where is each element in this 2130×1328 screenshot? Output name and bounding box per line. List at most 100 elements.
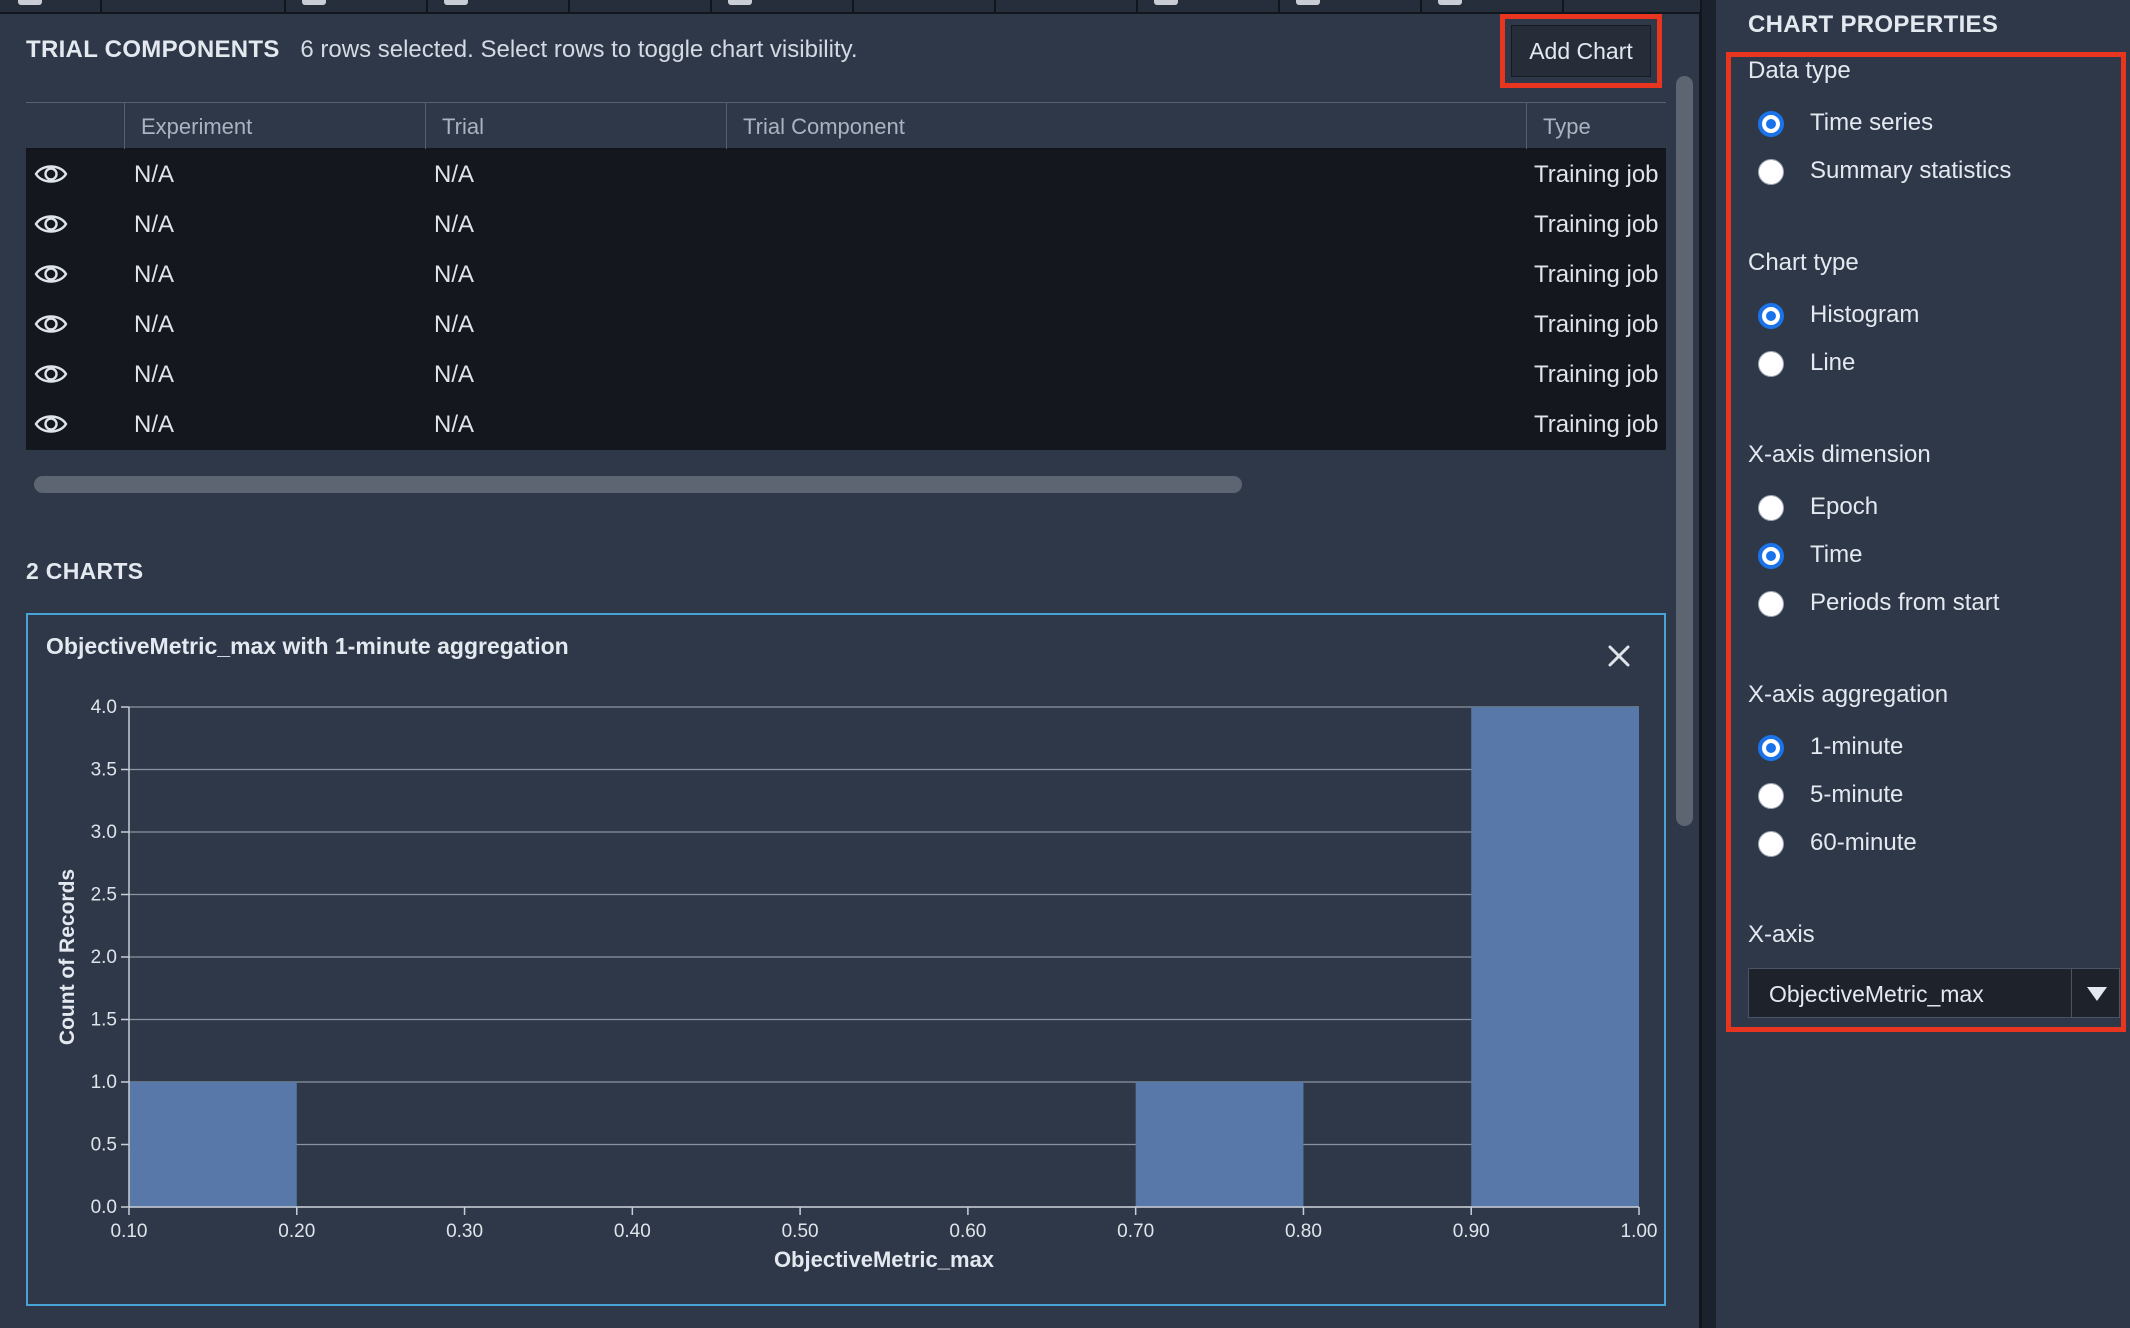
tab-icon[interactable] (302, 0, 326, 5)
charts-count-title: 2 CHARTS (26, 558, 144, 584)
x-tick-label: 0.30 (446, 1221, 483, 1242)
tab-icon[interactable] (1296, 0, 1320, 5)
y-axis-title: Count of Records (56, 869, 79, 1045)
table-row[interactable]: N/A N/A Training job (26, 300, 1666, 350)
radio-button[interactable] (1758, 735, 1784, 761)
radio-button[interactable] (1758, 495, 1784, 521)
caret-down-icon[interactable] (2087, 987, 2107, 1001)
main-panel: TRIAL COMPONENTS 6 rows selected. Select… (0, 0, 1702, 1328)
tab-icon[interactable] (1154, 0, 1178, 5)
radio-button[interactable] (1758, 159, 1784, 185)
eye-icon[interactable] (34, 212, 68, 236)
radio-time-series[interactable]: Time series (1758, 105, 2118, 145)
column-header-trial[interactable]: Trial (425, 103, 726, 149)
radio-5-minute[interactable]: 5-minute (1758, 777, 2118, 817)
tab-icon[interactable] (18, 0, 42, 5)
radio-button[interactable] (1758, 303, 1784, 329)
radio-label: 1-minute (1810, 733, 1904, 760)
table-row[interactable]: N/A N/A Training job (26, 250, 1666, 300)
radio-label: Epoch (1810, 493, 1879, 520)
radio-summary-statistics[interactable]: Summary statistics (1758, 153, 2118, 193)
cell-experiment: N/A (134, 361, 175, 388)
radio-line[interactable]: Line (1758, 345, 2118, 385)
x-tick-label: 0.40 (614, 1221, 651, 1242)
table-header: Experiment Trial Trial Component Type (26, 102, 1666, 150)
eye-icon[interactable] (34, 262, 68, 286)
cell-type: Training job (1534, 211, 1659, 238)
radio-label: 5-minute (1810, 781, 1904, 808)
x-tick-label: 0.60 (949, 1221, 986, 1242)
histogram-bar (1135, 1082, 1304, 1207)
radio-button[interactable] (1758, 351, 1784, 377)
selection-info: 6 rows selected. Select rows to toggle c… (300, 36, 858, 63)
table-row[interactable]: N/A N/A Training job (26, 200, 1666, 250)
cell-trial: N/A (434, 411, 475, 438)
eye-icon[interactable] (34, 162, 68, 186)
x-tick-label: 0.70 (1117, 1221, 1154, 1242)
table-row[interactable]: N/A N/A Training job (26, 400, 1666, 450)
tab-strip (0, 0, 1700, 14)
chart-properties-panel: CHART PROPERTIES Data type Time series S… (1716, 0, 2130, 1328)
radio-label: Line (1810, 349, 1856, 376)
radio-periods-from-start[interactable]: Periods from start (1758, 585, 2118, 625)
y-tick-label: 2.0 (91, 947, 117, 968)
trial-components-header: TRIAL COMPONENTS 6 rows selected. Select… (26, 36, 858, 64)
x-axis-label: X-axis (1748, 921, 1815, 948)
x-tick-label: 0.20 (278, 1221, 315, 1242)
radio-button[interactable] (1758, 543, 1784, 569)
histogram-chart: 0.0 0.5 1.0 1.5 2.0 2.5 3.0 3.5 4.0 0.10 0.20 0.30 0… (56, 697, 1657, 1272)
horizontal-scrollbar[interactable] (34, 476, 1242, 493)
cell-type: Training job (1534, 361, 1659, 388)
column-header-trial-component[interactable]: Trial Component (726, 103, 1526, 149)
tab-icon[interactable] (1438, 0, 1462, 5)
radio-button[interactable] (1758, 831, 1784, 857)
chart-type-label: Chart type (1748, 249, 1859, 276)
x-axis-select[interactable]: ObjectiveMetric_max (1748, 968, 2120, 1018)
cell-experiment: N/A (134, 261, 175, 288)
cell-trial: N/A (434, 311, 475, 338)
table-body: N/A N/A Training job N/A N/A Training job N/A N… (26, 150, 1666, 450)
radio-1-minute[interactable]: 1-minute (1758, 729, 2118, 769)
cell-experiment: N/A (134, 311, 175, 338)
radio-epoch[interactable]: Epoch (1758, 489, 2118, 529)
y-tick-label: 3.5 (91, 760, 117, 781)
cell-type: Training job (1534, 161, 1659, 188)
eye-icon[interactable] (34, 362, 68, 386)
add-chart-button[interactable]: Add Chart (1511, 25, 1651, 77)
x-tick-label: 0.80 (1285, 1221, 1322, 1242)
x-axis-title: ObjectiveMetric_max (774, 1247, 995, 1272)
y-tick-label: 1.5 (91, 1010, 117, 1031)
radio-label: Time series (1810, 109, 1934, 136)
tab-icon[interactable] (444, 0, 468, 5)
chart-card[interactable]: ObjectiveMetric_max with 1-minute aggreg… (26, 613, 1666, 1306)
radio-label: Periods from start (1810, 589, 2000, 616)
y-tick-label: 2.5 (91, 885, 117, 906)
histogram-bar (1471, 707, 1639, 1207)
tab-icon[interactable] (728, 0, 752, 5)
y-tick-label: 1.0 (91, 1072, 117, 1093)
radio-60-minute[interactable]: 60-minute (1758, 825, 2118, 865)
radio-time[interactable]: Time (1758, 537, 2118, 577)
section-title: TRIAL COMPONENTS (26, 36, 280, 63)
radio-button[interactable] (1758, 783, 1784, 809)
radio-label: 60-minute (1810, 829, 1917, 856)
cell-trial: N/A (434, 211, 475, 238)
eye-icon[interactable] (34, 412, 68, 436)
column-header-type[interactable]: Type (1526, 103, 1666, 149)
cell-experiment: N/A (134, 411, 175, 438)
data-type-label: Data type (1748, 57, 1851, 84)
cell-type: Training job (1534, 261, 1659, 288)
cell-trial: N/A (434, 161, 475, 188)
table-row[interactable]: N/A N/A Training job (26, 350, 1666, 400)
column-header-experiment[interactable]: Experiment (124, 103, 425, 149)
radio-label: Time (1810, 541, 1863, 568)
y-tick-label: 0.5 (91, 1135, 117, 1156)
radio-histogram[interactable]: Histogram (1758, 297, 2118, 337)
y-tick-label: 3.0 (91, 822, 117, 843)
eye-icon[interactable] (34, 312, 68, 336)
radio-button[interactable] (1758, 111, 1784, 137)
radio-button[interactable] (1758, 591, 1784, 617)
table-row[interactable]: N/A N/A Training job (26, 150, 1666, 200)
trial-components-table: Experiment Trial Trial Component Type N/… (26, 102, 1666, 450)
vertical-scrollbar[interactable] (1676, 76, 1693, 826)
